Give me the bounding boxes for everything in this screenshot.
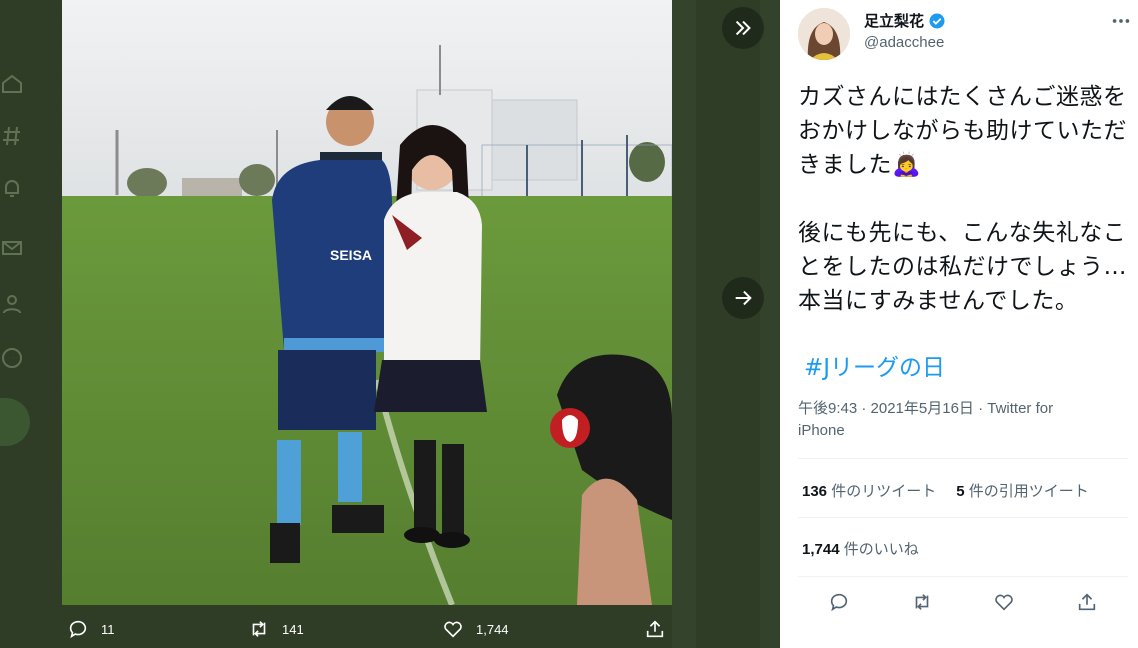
author-display-name[interactable]: 足立梨花 [864,10,924,31]
tweet-text: カズさんにはたくさんご迷惑をおかけしながらも助けていただきました🙇‍♀️ 後にも… [798,80,1130,318]
share-icon [1078,593,1095,611]
bell-icon [0,176,28,204]
retweets-stat[interactable]: 136 件のリツイート [802,480,936,501]
stats-row: 136 件のリツイート 5 件の引用ツイート [802,480,1089,501]
tweet-text-para3: 本当にすみませんでした。 [798,288,1079,314]
retweets-count: 136 [802,483,828,500]
tweet-text-para1: カズさんにはたくさんご迷惑をおかけしながらも助けていただきました🙇‍♀️ [798,84,1127,178]
svg-text:SEISA: SEISA [330,247,372,263]
more-dots-icon[interactable] [1110,10,1132,32]
photo-action-bar: 11 141 1,744 [62,612,672,648]
arrow-right-icon [735,290,752,306]
divider [798,517,1128,518]
reply-icon [831,593,848,612]
likes-row: 1,744 件のいいね [802,538,919,559]
verified-badge-icon [928,12,946,30]
mail-icon [0,236,28,264]
hashtag-icon [0,124,28,152]
share-button[interactable] [1070,585,1104,619]
retweets-label: 件のリツイート [831,483,937,500]
photo-share-button[interactable] [644,618,666,640]
heart-icon [444,621,462,638]
author-handle[interactable]: @adacchee [864,34,944,51]
photo-like-button[interactable]: 1,744 [442,618,509,640]
divider [798,458,1128,459]
background-timeline [672,0,696,648]
double-chevron-right-icon [735,20,751,36]
retweet-button[interactable] [905,585,939,619]
reply-button[interactable] [822,585,856,619]
likes-stat[interactable]: 1,744 件のいいね [802,538,919,559]
tweet-photo: SEISA [62,0,672,605]
likes-count: 1,744 [802,541,840,558]
like-button[interactable] [987,585,1021,619]
left-nav-dimmed [0,0,40,648]
background-sidebar [760,0,782,648]
photo-reply-count: 11 [101,621,115,637]
heart-icon [995,594,1014,611]
tweet-detail-panel: 足立梨花 @adacchee カズさんにはたくさんご迷惑をおかけしながらも助けて… [780,0,1138,648]
photo-retweet-count: 141 [282,621,304,637]
profile-icon [0,292,28,320]
quotes-label: 件の引用ツイート [968,483,1089,500]
photo-like-count: 1,744 [476,621,509,637]
reply-icon [69,620,87,639]
home-icon [0,72,28,100]
quotes-count: 5 [956,483,965,500]
quotes-stat[interactable]: 5 件の引用ツイート [956,480,1089,501]
photo-reply-button[interactable]: 11 [67,618,115,640]
avatar[interactable] [798,8,850,60]
more-circle-icon [0,346,28,374]
retweet-icon [252,621,266,637]
share-icon [646,620,664,638]
divider [798,576,1128,577]
author-name-row[interactable]: 足立梨花 [864,10,946,31]
tweet-compose-button [0,398,30,446]
tweet-action-row [798,585,1128,619]
next-image-button[interactable] [722,277,764,319]
tweet-timestamp[interactable]: 午後9:43 · 2021年5月16日 · Twitter for iPhone [798,398,1098,442]
hashtag-link[interactable]: #Jリーグの日 [804,348,945,382]
collapse-sidebar-button[interactable] [722,7,764,49]
tweet-text-para2: 後にも先にも、こんな失礼なことをしたのは私だけでしょう… [798,220,1127,280]
likes-label: 件のいいね [843,541,919,558]
photo-retweet-button[interactable]: 141 [248,618,304,640]
retweet-icon [915,594,929,610]
